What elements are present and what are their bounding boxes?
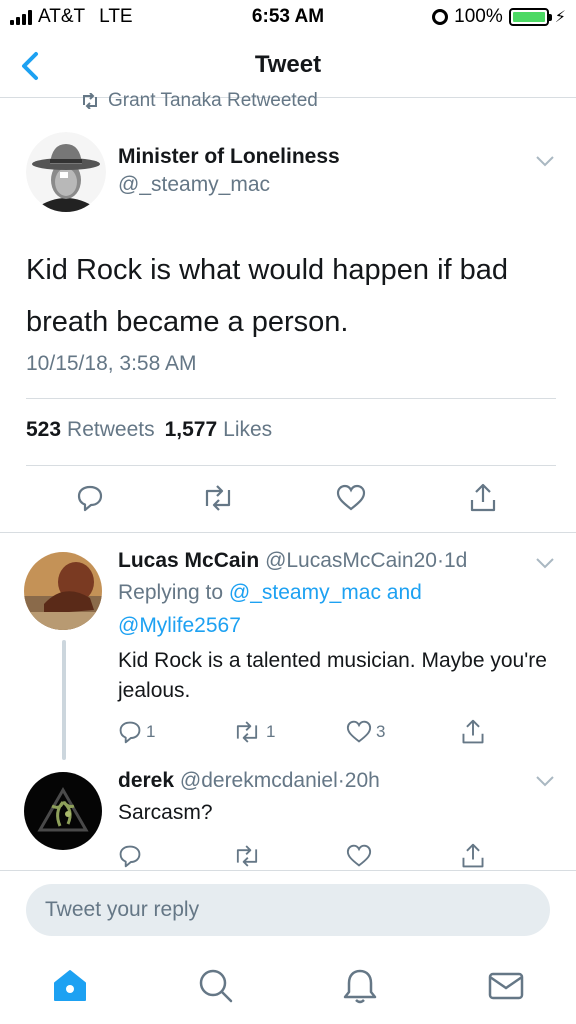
dot-separator: · [337, 769, 345, 792]
reply-text: Kid Rock is a talented musician. Maybe y… [118, 649, 547, 702]
reply-header[interactable]: Lucas McCain @LucasMcCain20·1d [118, 549, 467, 573]
divider [26, 398, 556, 399]
battery-icon [508, 8, 552, 26]
share-icon [462, 719, 484, 744]
divider [0, 870, 576, 871]
share-button[interactable] [460, 842, 486, 870]
like-count: 3 [376, 722, 386, 741]
alarm-icon [432, 9, 449, 25]
chevron-down-icon[interactable] [534, 154, 556, 168]
divider [0, 532, 576, 533]
reply-button[interactable]: 1 [118, 720, 155, 744]
reply-icon [119, 845, 141, 868]
reply-icon [77, 485, 103, 512]
tweet-text: Kid Rock is what would happen if bad bre… [26, 254, 509, 338]
avatar-image [24, 772, 102, 850]
reply-author-name[interactable]: Lucas McCain [118, 549, 259, 572]
dot-separator: · [436, 549, 444, 572]
nav-bar: Tweet [0, 34, 576, 98]
retweet-icon [83, 93, 97, 109]
divider [26, 465, 556, 466]
avatar-image [24, 552, 102, 630]
likes-label: Likes [223, 418, 273, 441]
retweet-icon [205, 485, 231, 511]
reply-time: 20h [344, 769, 380, 792]
retweet-icon [236, 721, 258, 743]
reply-author-handle[interactable]: @derekmcdaniel [180, 769, 338, 792]
likes-stat[interactable]: 1,577 Likes [165, 418, 273, 442]
reply-text: Sarcasm? [118, 801, 213, 824]
replying-to-user[interactable]: @_steamy_mac [229, 581, 381, 604]
chevron-down-icon[interactable] [534, 556, 556, 570]
retweet-button[interactable] [200, 484, 236, 512]
share-icon [462, 843, 484, 868]
reply-avatar[interactable] [24, 772, 102, 850]
reply-icon [119, 721, 141, 744]
avatar-image [26, 132, 106, 212]
replying-to: Replying to @_steamy_mac and @Mylife2567 [118, 576, 538, 642]
reply-count: 1 [146, 722, 156, 741]
notifications-icon[interactable] [340, 966, 380, 1006]
reply-time: 1d [443, 549, 468, 572]
retweet-icon [236, 845, 258, 867]
share-button[interactable] [468, 482, 498, 514]
reply-avatar[interactable] [24, 552, 102, 630]
retweets-label: Retweets [67, 418, 155, 441]
retweets-count: 523 [26, 418, 62, 441]
like-button[interactable] [346, 844, 372, 868]
thread-line [62, 640, 66, 760]
author-avatar[interactable] [26, 132, 106, 212]
replying-to-joiner: and [386, 581, 422, 604]
share-button[interactable] [460, 718, 486, 746]
author-handle[interactable]: @_steamy_mac [118, 173, 270, 197]
reply-button[interactable] [118, 844, 142, 868]
like-button[interactable]: 3 [346, 720, 385, 744]
retweet-banner-text: Grant Tanaka Retweeted [108, 90, 318, 111]
home-icon[interactable] [50, 966, 90, 1006]
author-name[interactable]: Minister of Loneliness [118, 145, 340, 169]
retweet-button[interactable]: 1 [232, 720, 275, 744]
page-title: Tweet [254, 51, 322, 78]
heart-icon [346, 720, 372, 743]
reply-button[interactable] [76, 484, 104, 512]
status-right: 100% ⚡ [432, 6, 566, 28]
like-button[interactable] [336, 484, 366, 512]
heart-icon [336, 484, 366, 511]
replying-to-user[interactable]: @Mylife2567 [118, 614, 241, 637]
retweet-button[interactable] [232, 844, 262, 868]
battery-fill [512, 12, 545, 22]
tweet-timestamp: 10/15/18, 3:58 AM [26, 352, 197, 375]
messages-icon[interactable] [486, 966, 526, 1006]
likes-count: 1,577 [164, 418, 218, 441]
reply-header[interactable]: derek @derekmcdaniel·20h [118, 769, 380, 793]
reply-author-handle[interactable]: @LucasMcCain20 [265, 549, 437, 572]
share-icon [470, 483, 496, 512]
search-icon[interactable] [196, 966, 236, 1006]
chevron-down-icon[interactable] [534, 774, 556, 788]
status-bar: AT&T LTE 6:53 AM 100% ⚡ [0, 0, 576, 34]
retweets-stat[interactable]: 523 Retweets [26, 418, 155, 442]
retweet-banner[interactable]: Grant Tanaka Retweeted [80, 90, 318, 112]
charging-icon: ⚡ [554, 9, 566, 26]
battery-percent: 100% [454, 6, 503, 27]
reply-compose-input[interactable]: Tweet your reply [26, 884, 550, 936]
reply-author-name[interactable]: derek [118, 769, 174, 792]
retweet-count: 1 [266, 722, 276, 741]
tweet-stats: 523 Retweets 1,577 Likes [26, 418, 272, 442]
replying-to-prefix: Replying to [118, 581, 224, 604]
heart-icon [346, 844, 372, 867]
